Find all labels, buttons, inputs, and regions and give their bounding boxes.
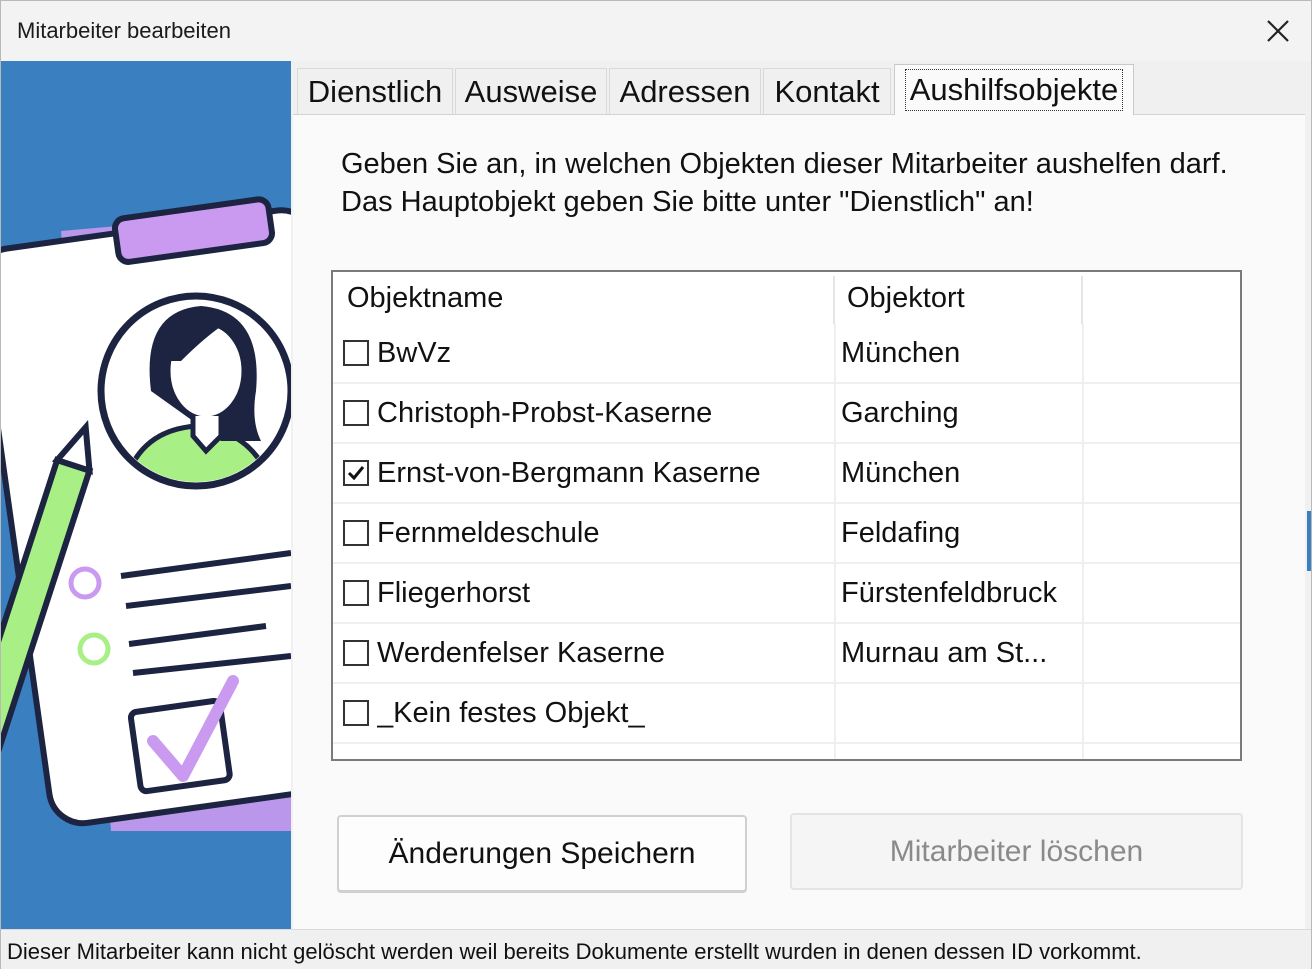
tab-kontakt[interactable]: Kontakt (763, 68, 891, 114)
row-checkbox[interactable] (343, 460, 369, 486)
checkmark-icon (347, 466, 365, 481)
column-separator[interactable] (833, 276, 835, 324)
objects-list[interactable]: Objektname Objektort BwVz München Christ… (331, 270, 1242, 761)
tab-label: Adressen (619, 73, 751, 109)
tab-ausweise[interactable]: Ausweise (455, 68, 607, 114)
object-location: Feldafing (841, 516, 961, 549)
list-header: Objektname Objektort (333, 272, 1240, 324)
column-separator[interactable] (1081, 276, 1083, 324)
row-checkbox[interactable] (343, 700, 369, 726)
tab-adressen[interactable]: Adressen (609, 68, 761, 114)
tab-label: Ausweise (464, 73, 598, 109)
list-item[interactable]: Werdenfelser Kaserne Murnau am St... (333, 624, 1240, 684)
save-changes-button[interactable]: Änderungen Speichern (337, 815, 747, 892)
object-name: BwVz (377, 336, 452, 369)
tab-aushilfsobjekte[interactable]: Aushilfsobjekte (894, 64, 1134, 115)
object-location: München (841, 336, 961, 369)
list-item[interactable]: Christoph-Probst-Kaserne Garching (333, 384, 1240, 444)
list-item[interactable]: BwVz München (333, 324, 1240, 384)
status-text: Dieser Mitarbeiter kann nicht gelöscht w… (7, 939, 1142, 964)
list-item[interactable]: Fliegerhorst Fürstenfeldbruck (333, 564, 1240, 624)
window-title: Mitarbeiter bearbeiten (17, 18, 232, 43)
object-name: Ernst-von-Bergmann Kaserne (377, 456, 761, 489)
dialog-window: Mitarbeiter bearbeiten Dienstlich Auswei… (0, 0, 1312, 969)
object-location: München (841, 456, 961, 489)
background-window-edge (1307, 511, 1311, 571)
object-location (841, 684, 1077, 742)
object-name: Werdenfelser Kaserne (377, 636, 666, 669)
tab-panel-aushilfsobjekte: Geben Sie an, in welchen Objekten dieser… (293, 114, 1309, 930)
object-name: Fernmeldeschule (377, 516, 600, 549)
row-checkbox[interactable] (343, 580, 369, 606)
object-name: Fliegerhorst (377, 576, 531, 609)
list-item[interactable]: Ernst-von-Bergmann Kaserne München (333, 444, 1240, 504)
tab-label: Dienstlich (307, 73, 443, 109)
object-location: Murnau am St... (841, 636, 1048, 669)
close-button[interactable] (1245, 1, 1311, 61)
tab-label: Kontakt (774, 73, 880, 109)
column-header-objektort[interactable]: Objektort (847, 272, 1077, 324)
row-checkbox[interactable] (343, 640, 369, 666)
row-checkbox[interactable] (343, 340, 369, 366)
object-name: _Kein festes Objekt_ (377, 696, 645, 729)
delete-employee-button[interactable]: Mitarbeiter löschen (790, 813, 1243, 890)
column-header-objektname[interactable]: Objektname (347, 272, 827, 324)
row-checkbox[interactable] (343, 400, 369, 426)
employee-form-illustration (1, 196, 291, 831)
object-name: Christoph-Probst-Kaserne (377, 396, 713, 429)
tab-label: Aushilfsobjekte (904, 69, 1124, 111)
illustration-panel (1, 61, 291, 929)
object-location: Fürstenfeldbruck (841, 576, 1057, 609)
object-location: Garching (841, 396, 959, 429)
list-item[interactable]: Fernmeldeschule Feldafing (333, 504, 1240, 564)
close-icon (1267, 20, 1289, 42)
title-bar: Mitarbeiter bearbeiten (1, 1, 1311, 61)
row-checkbox[interactable] (343, 520, 369, 546)
tab-dienstlich[interactable]: Dienstlich (297, 68, 453, 114)
instruction-text: Geben Sie an, in welchen Objekten dieser… (341, 148, 1228, 218)
status-bar: Dieser Mitarbeiter kann nicht gelöscht w… (1, 929, 1311, 969)
list-item[interactable]: _Kein festes Objekt_ (333, 684, 1240, 744)
